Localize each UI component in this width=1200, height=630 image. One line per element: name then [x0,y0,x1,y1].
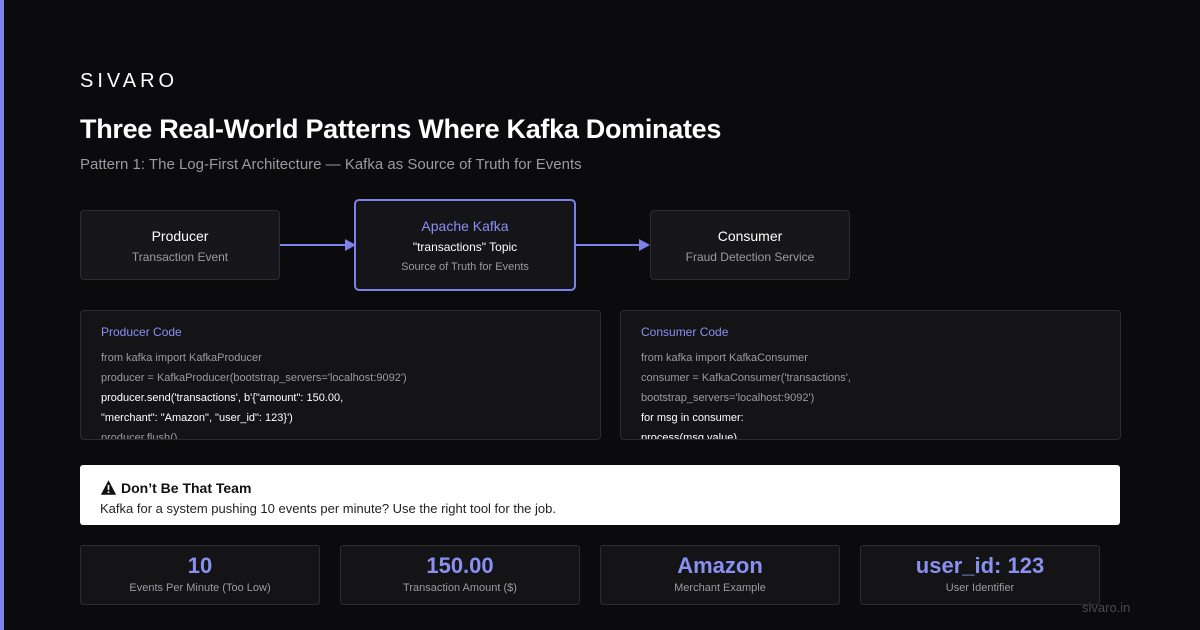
code-line: for msg in consumer: [641,412,744,424]
consumer-code-panel: Consumer Code from kafka import KafkaCon… [620,310,1121,440]
warning-text: Kafka for a system pushing 10 events per… [100,501,556,516]
code-line: process(msg.value) [641,432,737,440]
stat-value: Amazon [677,553,763,578]
warning-icon [100,480,117,495]
stat-label: Events Per Minute (Too Low) [129,582,271,594]
arrow-producer-to-kafka [280,239,356,251]
consumer-title: Consumer [717,228,783,244]
producer-code-panel: Producer Code from kafka import KafkaPro… [80,310,601,440]
stat-label: User Identifier [945,582,1015,594]
kafka-node: Apache Kafka "transactions" Topic Source… [354,199,576,291]
footer-url: sivaro.in [1082,600,1131,615]
code-line: consumer = KafkaConsumer('transactions', [641,372,851,384]
stat-card-events-per-minute: 10 Events Per Minute (Too Low) [80,545,320,605]
warning-heading-row: Don’t Be That Team [100,479,1100,496]
producer-node: Producer Transaction Event [80,210,280,280]
left-accent-bar [0,0,4,630]
kafka-topic: "transactions" Topic [412,240,518,254]
consumer-code-title: Consumer Code [641,325,729,339]
code-line: bootstrap_servers='localhost:9092') [641,392,815,404]
stat-card-transaction-amount: 150.00 Transaction Amount ($) [340,545,580,605]
stat-label: Merchant Example [674,582,766,594]
consumer-node: Consumer Fraud Detection Service [650,210,850,280]
code-line: "merchant": "Amazon", "user_id": 123}') [101,412,293,424]
page-title: Three Real-World Patterns Where Kafka Do… [80,114,722,144]
stat-value: 10 [187,553,213,578]
stat-card-user-identifier: user_id: 123 User Identifier [860,545,1100,605]
code-line: from kafka import KafkaConsumer [641,352,808,364]
stat-card-merchant: Amazon Merchant Example [600,545,840,605]
producer-title: Producer [151,228,209,244]
consumer-subtitle: Fraud Detection Service [685,250,815,264]
warning-callout: Don’t Be That Team Kafka for a system pu… [80,465,1120,525]
producer-code-title: Producer Code [101,325,182,339]
code-line: producer.send('transactions', b'{"amount… [101,392,344,404]
stat-label: Transaction Amount ($) [403,582,517,594]
stat-value: 150.00 [426,553,494,578]
kafka-subtitle: Source of Truth for Events [401,261,529,273]
code-line: producer.flush() [101,432,178,440]
arrow-kafka-to-consumer [576,239,650,251]
code-line: from kafka import KafkaProducer [101,352,262,364]
kafka-title: Apache Kafka [421,218,509,234]
stat-value: user_id: 123 [915,553,1045,578]
page-subtitle: Pattern 1: The Log-First Architecture — … [80,156,582,173]
brand-logo: SIVARO [80,70,179,92]
code-line: producer = KafkaProducer(bootstrap_serve… [101,372,407,384]
producer-subtitle: Transaction Event [131,250,229,264]
warning-heading: Don’t Be That Team [121,479,252,496]
